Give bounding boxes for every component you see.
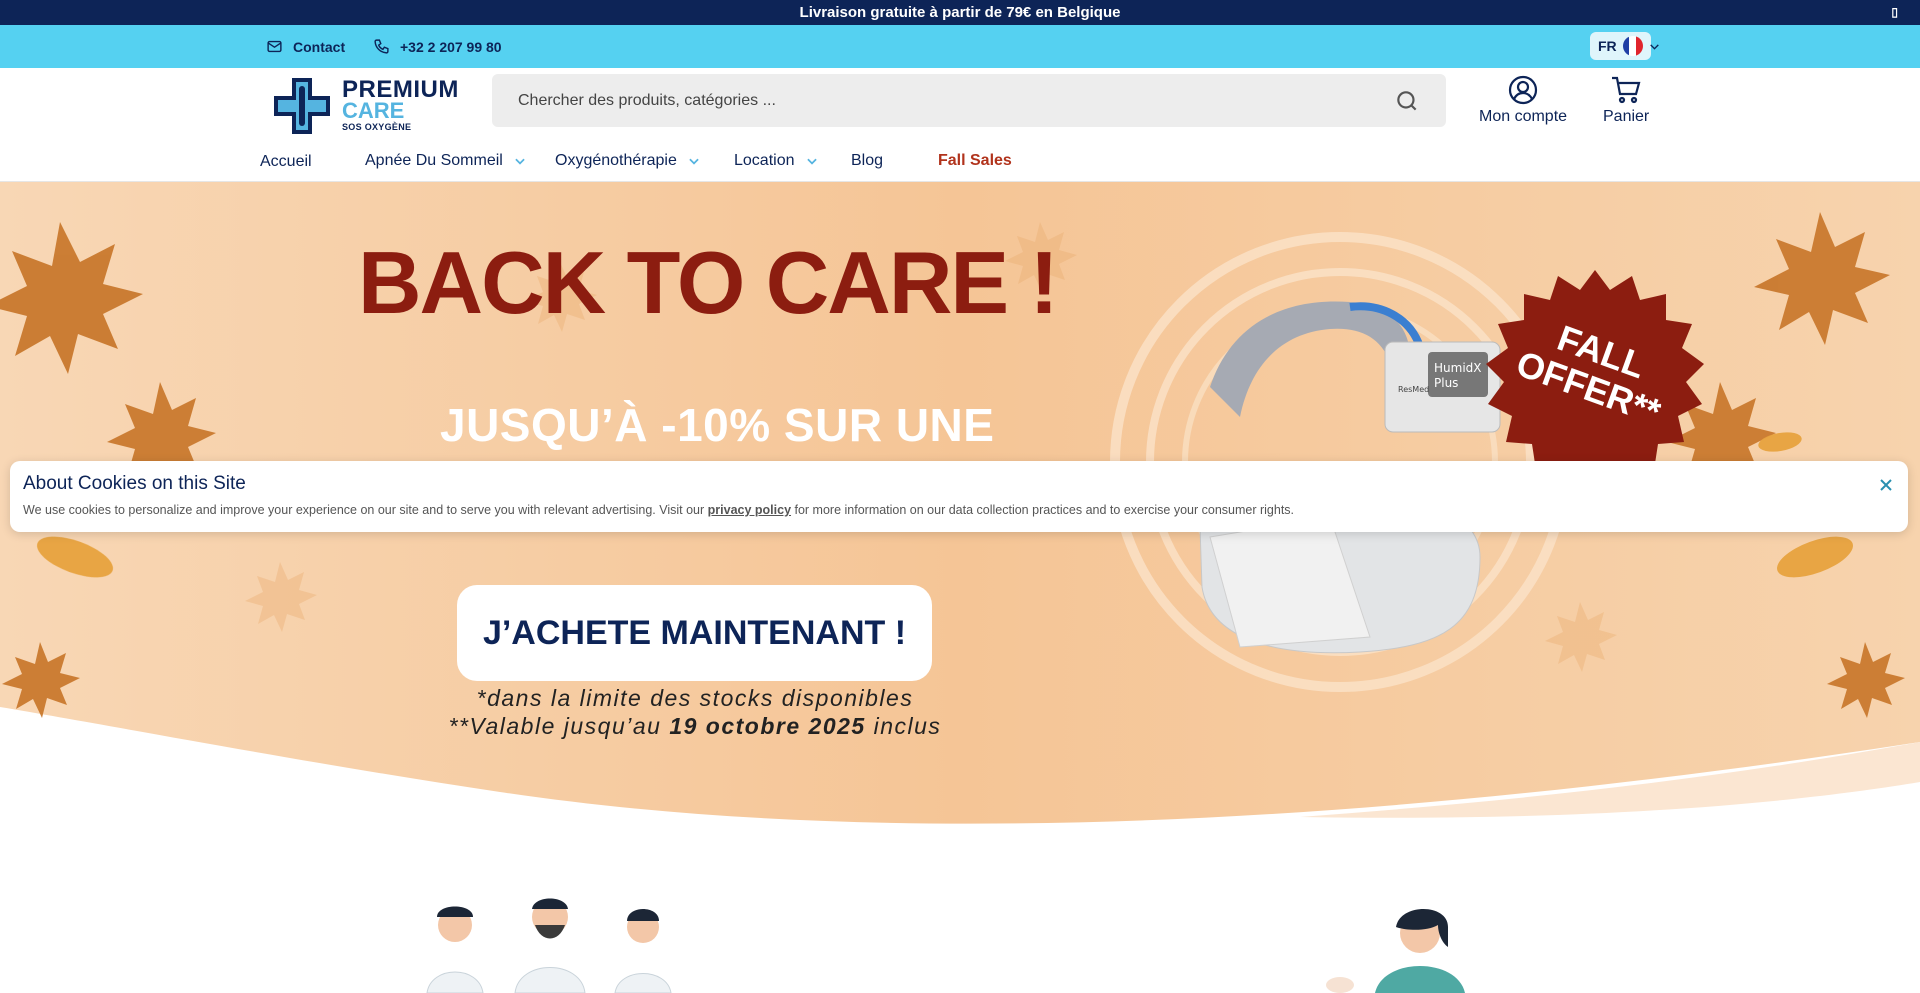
contact-label: Contact — [293, 38, 346, 55]
language-selector[interactable]: FR — [1590, 32, 1651, 60]
chevron-down-icon[interactable] — [1648, 40, 1661, 53]
medical-team-illustration — [426, 898, 672, 993]
cookie-banner: About Cookies on this Site We use cookie… — [10, 461, 1908, 532]
nav-label: Blog — [851, 152, 884, 169]
nav-label: Accueil — [260, 153, 312, 170]
nurse-illustration — [1326, 909, 1465, 993]
cart-icon — [1612, 76, 1641, 104]
phone-icon — [374, 39, 389, 54]
chevron-down-icon — [689, 158, 699, 165]
announcement-bar: Livraison gratuite à partir de 79€ en Be… — [0, 0, 1920, 25]
close-icon[interactable] — [1878, 477, 1894, 493]
nav-item-apnee[interactable]: Apnée Du Sommeil — [365, 152, 527, 170]
hero-subtitle: JUSQU’À -10% SUR UNE — [440, 399, 995, 451]
search-bar — [492, 74, 1446, 127]
validity-disclaimer: **Valable jusqu’au 19 octobre 2025 inclu… — [0, 713, 1390, 740]
search-input[interactable] — [518, 91, 1394, 110]
account-button[interactable]: Mon compte — [1479, 74, 1567, 126]
main-nav: Accueil Apnée Du Sommeil Oxygénothérapie… — [0, 144, 1920, 182]
hero-title: BACK TO CARE ! — [358, 233, 1059, 332]
nav-label: Location — [734, 152, 795, 169]
nav-item-accueil[interactable]: Accueil — [260, 153, 312, 171]
shop-now-button[interactable]: J’ACHETE MAINTENANT ! — [457, 585, 932, 681]
mail-icon — [267, 40, 282, 53]
cart-label: Panier — [1603, 108, 1650, 125]
nav-item-location[interactable]: Location — [734, 152, 819, 170]
announcement-text: Livraison gratuite à partir de 79€ en Be… — [799, 4, 1121, 21]
chevron-down-icon — [515, 158, 525, 165]
nav-label: Fall Sales — [938, 152, 1012, 169]
premium-care-logo[interactable]: PREMIUM CARE SOS OXYGÈNE — [272, 72, 458, 134]
cookie-text-before: We use cookies to personalize and improv… — [23, 503, 708, 517]
cart-button[interactable]: Panier — [1603, 74, 1649, 126]
validity-date: 19 octobre 2025 — [669, 713, 866, 739]
product-label-humidx: HumidX — [1434, 361, 1482, 375]
user-icon — [1508, 75, 1538, 105]
validity-prefix: **Valable jusqu’au — [448, 713, 670, 739]
nav-label: Oxygénothérapie — [555, 152, 677, 169]
medical-cross-icon — [274, 78, 330, 134]
product-label-plus: Plus — [1434, 376, 1458, 390]
nav-item-oxygenotherapie[interactable]: Oxygénothérapie — [555, 152, 701, 170]
validity-suffix: inclus — [865, 713, 942, 739]
contact-bar: Contact +32 2 207 99 80 FR — [0, 25, 1920, 68]
nav-item-fall-sales[interactable]: Fall Sales — [938, 152, 1012, 170]
phone-number: +32 2 207 99 80 — [400, 38, 502, 55]
cookie-title: About Cookies on this Site — [23, 473, 246, 494]
account-label: Mon compte — [1479, 108, 1568, 125]
logo-care: CARE — [342, 98, 405, 123]
logo-sos: SOS OXYGÈNE — [342, 122, 412, 132]
phone-link[interactable]: +32 2 207 99 80 — [373, 25, 502, 68]
product-brand: ResMed — [1398, 385, 1429, 394]
privacy-policy-link[interactable]: privacy policy — [708, 503, 791, 517]
cookie-text: We use cookies to personalize and improv… — [23, 503, 1294, 517]
nav-item-blog[interactable]: Blog — [851, 152, 883, 170]
search-icon[interactable] — [1394, 88, 1420, 114]
language-code: FR — [1598, 38, 1617, 54]
cookie-text-after: for more information on our data collect… — [791, 503, 1295, 517]
stock-disclaimer: *dans la limite des stocks disponibles — [476, 685, 914, 711]
site-header: PREMIUM CARE SOS OXYGÈNE Mon compte Pani… — [0, 68, 1920, 144]
nav-label: Apnée Du Sommeil — [365, 152, 503, 169]
contact-link[interactable]: Contact — [266, 25, 345, 68]
announcement-close-icon[interactable]: ▯ — [1891, 5, 1898, 19]
chevron-down-icon — [806, 158, 817, 165]
france-flag-icon — [1622, 36, 1643, 56]
